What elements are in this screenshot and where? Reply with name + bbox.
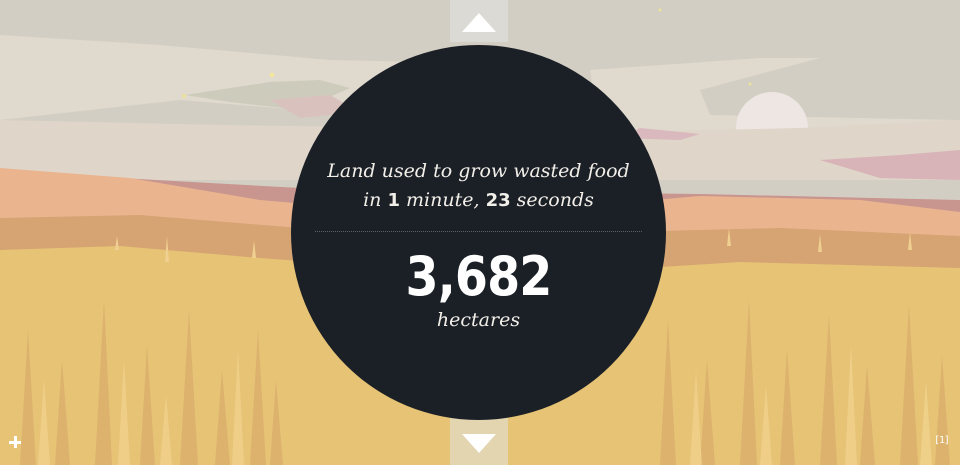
scene: Land used to grow wasted food in 1 minut… bbox=[0, 0, 960, 465]
stat-circle: Land used to grow wasted food in 1 minut… bbox=[291, 45, 666, 420]
stat-value: 3,682 bbox=[405, 245, 553, 308]
stat-caption: Land used to grow wasted food in 1 minut… bbox=[291, 157, 666, 215]
arrow-up-icon bbox=[462, 12, 496, 32]
plus-icon[interactable] bbox=[6, 433, 24, 451]
next-button[interactable] bbox=[450, 425, 508, 461]
footnote-link[interactable]: [1] bbox=[934, 435, 950, 446]
arrow-down-icon bbox=[462, 433, 496, 453]
caption-line-2: in 1 minute, 23 seconds bbox=[291, 186, 666, 215]
minutes-value: 1 bbox=[387, 190, 400, 211]
previous-button[interactable] bbox=[450, 4, 508, 40]
seconds-label: seconds bbox=[510, 189, 594, 211]
stat-unit: hectares bbox=[436, 309, 521, 331]
seconds-value: 23 bbox=[485, 190, 511, 211]
dotted-divider bbox=[315, 231, 642, 232]
caption-line-1: Land used to grow wasted food bbox=[327, 160, 630, 182]
caption-prefix: in bbox=[363, 189, 388, 211]
minutes-label: minute, bbox=[399, 189, 486, 211]
